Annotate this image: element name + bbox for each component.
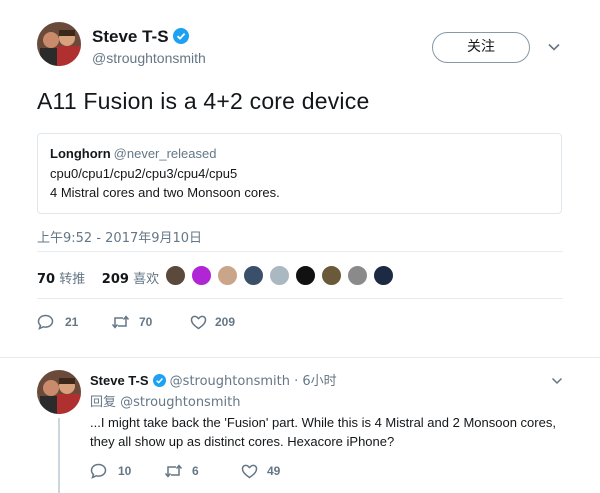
like-count[interactable]: 209 喜欢 (102, 272, 159, 287)
chevron-down-icon[interactable] (551, 375, 563, 387)
author-avatar[interactable] (37, 22, 81, 66)
retweet-count[interactable]: 70 转推 (37, 272, 85, 287)
like-action-count: 209 (215, 315, 236, 329)
reply-like-count: 49 (267, 464, 281, 478)
reply-button[interactable]: 10 (90, 462, 134, 480)
retweet-button[interactable]: 70 (111, 313, 161, 331)
reply-retweet-count: 6 (192, 464, 199, 478)
reply-author-name[interactable]: Steve T-S (90, 373, 149, 388)
author-handle[interactable]: @stroughtonsmith (92, 50, 206, 66)
reply-time[interactable]: 6小时 (302, 374, 336, 389)
verified-icon (172, 28, 189, 44)
replying-to-handle[interactable]: @stroughtonsmith (120, 395, 240, 410)
liker-avatar-1[interactable] (165, 265, 186, 286)
like-count-value[interactable]: 209 (102, 272, 129, 287)
like-button[interactable]: 209 (190, 313, 244, 331)
reply-icon (37, 314, 54, 330)
liker-avatar-6[interactable] (295, 265, 316, 286)
quoted-author[interactable]: Longhorn @never_released (50, 146, 216, 161)
reply-author-handle[interactable]: @stroughtonsmith (170, 374, 290, 389)
replying-to: 回复 @stroughtonsmith (90, 391, 240, 410)
reply-author-avatar[interactable] (37, 370, 81, 414)
reply-text: ...I might take back the 'Fusion' part. … (90, 415, 556, 449)
retweet-count-value[interactable]: 70 (37, 272, 55, 287)
thread-line (58, 418, 60, 493)
divider (37, 298, 563, 299)
follow-button[interactable]: 关注 (432, 32, 530, 63)
retweet-action-count: 70 (139, 315, 153, 329)
retweet-icon (164, 464, 183, 478)
reply-button[interactable]: 21 (37, 313, 81, 331)
verified-icon (152, 374, 166, 387)
like-button[interactable]: 49 (241, 462, 287, 480)
divider (37, 251, 563, 252)
liker-avatar-7[interactable] (321, 265, 342, 286)
liker-avatar-9[interactable] (373, 265, 394, 286)
retweet-count-label[interactable]: 转推 (59, 272, 85, 287)
quoted-author-name[interactable]: Longhorn (50, 146, 111, 161)
author-name-text[interactable]: Steve T-S (92, 27, 169, 46)
retweet-icon (111, 315, 130, 329)
quoted-author-handle[interactable]: @never_released (114, 146, 217, 161)
reply-header: Steve T-S @stroughtonsmith · 6小时 (90, 373, 337, 389)
tweet-text: A11 Fusion is a 4+2 core device (37, 88, 370, 114)
retweet-button[interactable]: 6 (164, 462, 204, 480)
quoted-text-line-2: 4 Mistral cores and two Monsoon cores. (50, 185, 280, 200)
main-tweet: Steve T-S @stroughtonsmith 关注 A11 Fusion… (0, 0, 600, 358)
liker-avatar-4[interactable] (243, 265, 264, 286)
liker-avatar-5[interactable] (269, 265, 290, 286)
quoted-text-line-1: cpu0/cpu1/cpu2/cpu3/cpu4/cpu5 (50, 166, 238, 181)
liker-avatar-3[interactable] (217, 265, 238, 286)
replying-to-label: 回复 (90, 395, 117, 410)
reply-tweet[interactable]: Steve T-S @stroughtonsmith · 6小时 回复 @str… (0, 358, 600, 493)
tweet-stats: 70 转推 209 喜欢 (37, 268, 159, 287)
like-count-label[interactable]: 喜欢 (133, 272, 159, 287)
quoted-tweet[interactable]: Longhorn @never_released cpu0/cpu1/cpu2/c… (37, 133, 562, 214)
reply-count: 21 (65, 315, 79, 329)
reply-reply-count: 10 (118, 464, 132, 478)
liker-avatar-2[interactable] (191, 265, 212, 286)
reply-icon (90, 463, 107, 479)
heart-icon (241, 464, 258, 479)
author-name[interactable]: Steve T-S (92, 27, 189, 47)
chevron-down-icon[interactable] (547, 40, 561, 54)
liker-avatar-8[interactable] (347, 265, 368, 286)
heart-icon (190, 315, 207, 330)
tweet-timestamp[interactable]: 上午9:52 - 2017年9月10日 (37, 227, 202, 246)
